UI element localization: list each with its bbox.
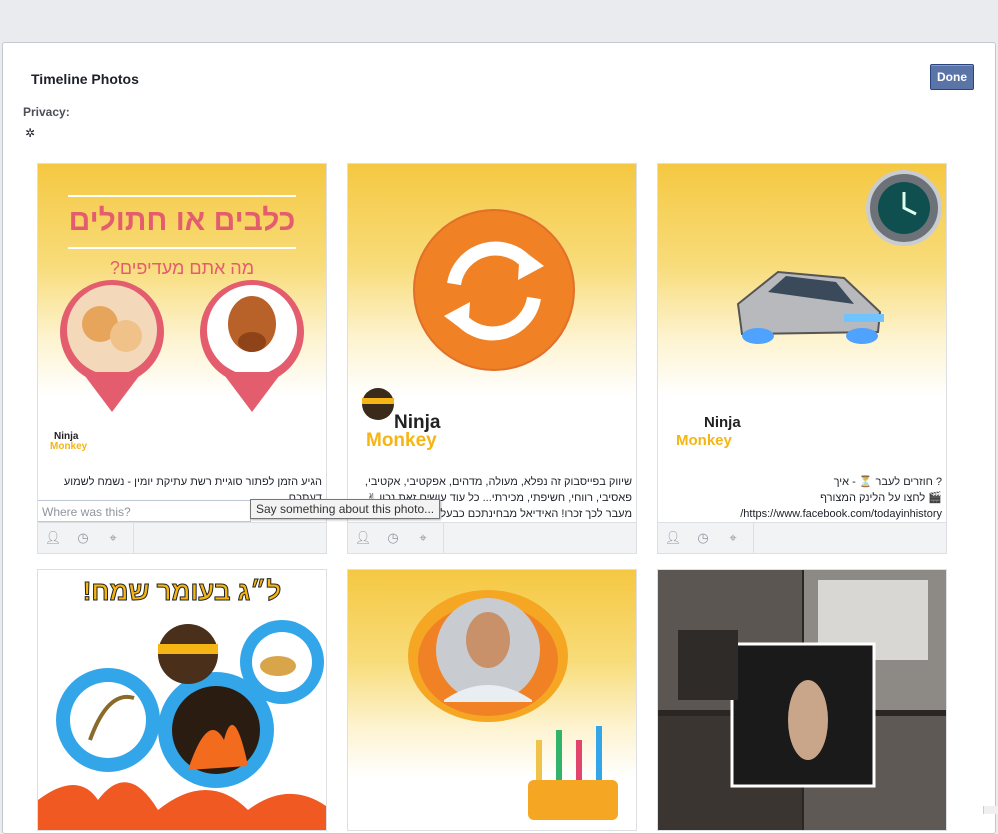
photo-card <box>347 569 637 831</box>
ninja-monkey-logo: Ninja Monkey <box>50 431 88 452</box>
refresh-graphic <box>362 209 575 420</box>
where-was-this-input[interactable]: Where was this? <box>38 500 251 522</box>
gear-icon[interactable]: ✲ <box>25 127 35 139</box>
caption-text: ? חוזרים לעבר ⏳ - איך 🎬 לחצו על הלינק המ… <box>740 476 942 520</box>
photo-image[interactable]: ל״ג בעומר שמח! <box>38 570 326 830</box>
location-pin-icon[interactable]: ⌖ <box>408 523 438 553</box>
photo-card <box>657 569 947 831</box>
birthday-portrait-graphic <box>408 590 618 820</box>
photo-caption: ? חוזרים לעבר ⏳ - איך 🎬 לחצו על הלינק המ… <box>658 454 946 522</box>
ninja-monkey-logo: Ninja Monkey <box>676 414 741 449</box>
tools-divider <box>753 523 754 553</box>
lag-baomer-graphic <box>38 620 326 830</box>
tools-divider <box>443 523 444 553</box>
photo-card: Ninja Monkey שיווק בפייסבוק זה נפלא, מעו… <box>347 163 637 554</box>
photo-card: ל״ג בעומר שמח! <box>37 569 327 831</box>
tooltip: Say something about this photo... <box>250 499 441 519</box>
photo-image[interactable] <box>348 570 636 830</box>
location-pin-icon[interactable]: ⌖ <box>98 523 128 553</box>
tag-person-icon[interactable]: 👤︎ <box>38 523 68 553</box>
photo-image[interactable] <box>658 570 946 830</box>
tag-person-icon[interactable]: 👤︎ <box>348 523 378 553</box>
done-button[interactable]: Done <box>930 64 974 90</box>
photo-card: כלבים או חתולים מה אתם מעדיפים? Ninja Mo… <box>37 163 327 554</box>
image-subheading: מה אתם מעדיפים? <box>109 258 255 278</box>
image-heading: כלבים או חתולים <box>68 204 296 237</box>
clock-icon[interactable]: ◷ <box>68 523 98 553</box>
privacy-label: Privacy: <box>23 105 70 119</box>
photo-tools: 👤︎ ◷ ⌖ <box>658 522 946 553</box>
time-machine-graphic <box>736 170 942 344</box>
photo-image[interactable]: Ninja Monkey <box>658 164 946 454</box>
photo-image[interactable]: כלבים או חתולים מה אתם מעדיפים? Ninja Mo… <box>38 164 326 454</box>
photo-card: Ninja Monkey ? חוזרים לעבר ⏳ - איך 🎬 לחצ… <box>657 163 947 554</box>
ninja-monkey-logo: Ninja Monkey <box>366 412 441 451</box>
image-heading: ל״ג בעומר שמח! <box>82 576 282 607</box>
location-pin-icon[interactable]: ⌖ <box>718 523 748 553</box>
clock-icon[interactable]: ◷ <box>688 523 718 553</box>
tools-divider <box>133 523 134 553</box>
tag-person-icon[interactable]: 👤︎ <box>658 523 688 553</box>
photo-image[interactable]: Ninja Monkey <box>348 164 636 454</box>
clock-icon[interactable]: ◷ <box>378 523 408 553</box>
scrollbar-corner <box>983 806 998 814</box>
dialog-title: Timeline Photos <box>31 71 139 87</box>
studio-collage-graphic <box>658 570 946 830</box>
photo-tools: 👤︎ ◷ ⌖ <box>348 522 636 553</box>
photo-tools: 👤︎ ◷ ⌖ <box>38 522 326 553</box>
